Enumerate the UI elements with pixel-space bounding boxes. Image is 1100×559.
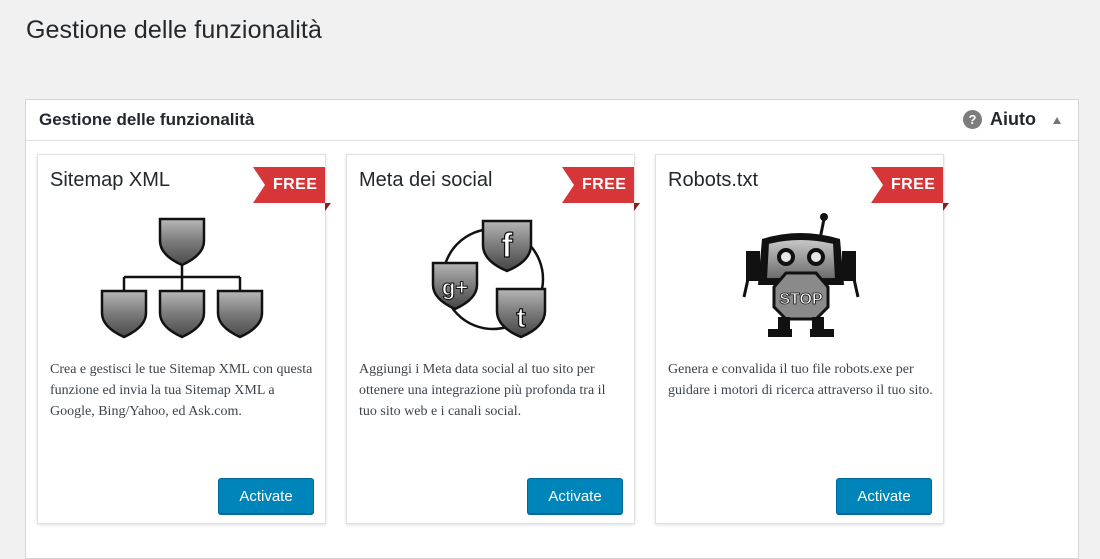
svg-text:f: f [501,227,513,265]
question-mark-icon: ? [963,110,983,129]
card-description: Aggiungi i Meta data social al tuo sito … [359,362,606,419]
free-badge: FREE [253,167,331,211]
feature-card-sitemap: Sitemap XML FREE Crea e gestisci le tue … [37,154,331,524]
free-badge: FREE [562,167,640,211]
card-title: Meta dei social [359,169,493,191]
activate-button[interactable]: Activate [527,478,623,514]
svg-text:t: t [516,302,525,333]
card-title: Sitemap XML [50,169,171,191]
activate-button[interactable]: Activate [836,478,932,514]
feature-card-robots: Robots.txt FREE STOP Genera e convalida … [655,154,949,524]
help-button[interactable]: ? Aiuto [963,109,1036,130]
svg-text:STOP: STOP [779,291,823,308]
activate-button[interactable]: Activate [218,478,314,514]
social-network-icon: f g+ t [347,207,636,342]
svg-text:g+: g+ [442,275,468,300]
free-badge: FREE [871,167,949,211]
feature-card-social: Meta dei social FREE f g+ t Aggiungi i M… [346,154,640,524]
help-label: Aiuto [990,109,1036,129]
collapse-arrow-icon [1053,116,1061,124]
badge-label: FREE [891,176,936,193]
badge-label: FREE [273,176,318,193]
card-title: Robots.txt [668,169,759,191]
card-description: Genera e convalida il tuo file robots.ex… [668,362,933,398]
collapse-toggle[interactable] [1050,113,1064,127]
card-description: Crea e gestisci le tue Sitemap XML con q… [50,362,313,419]
panel-title: Gestione delle funzionalità [39,110,255,129]
panel-header: Gestione delle funzionalità ? Aiuto [26,100,1078,141]
robot-stop-icon: STOP [656,207,945,342]
page-title: Gestione delle funzionalità [26,16,322,44]
sitemap-tree-icon [38,207,327,342]
badge-label: FREE [582,176,627,193]
